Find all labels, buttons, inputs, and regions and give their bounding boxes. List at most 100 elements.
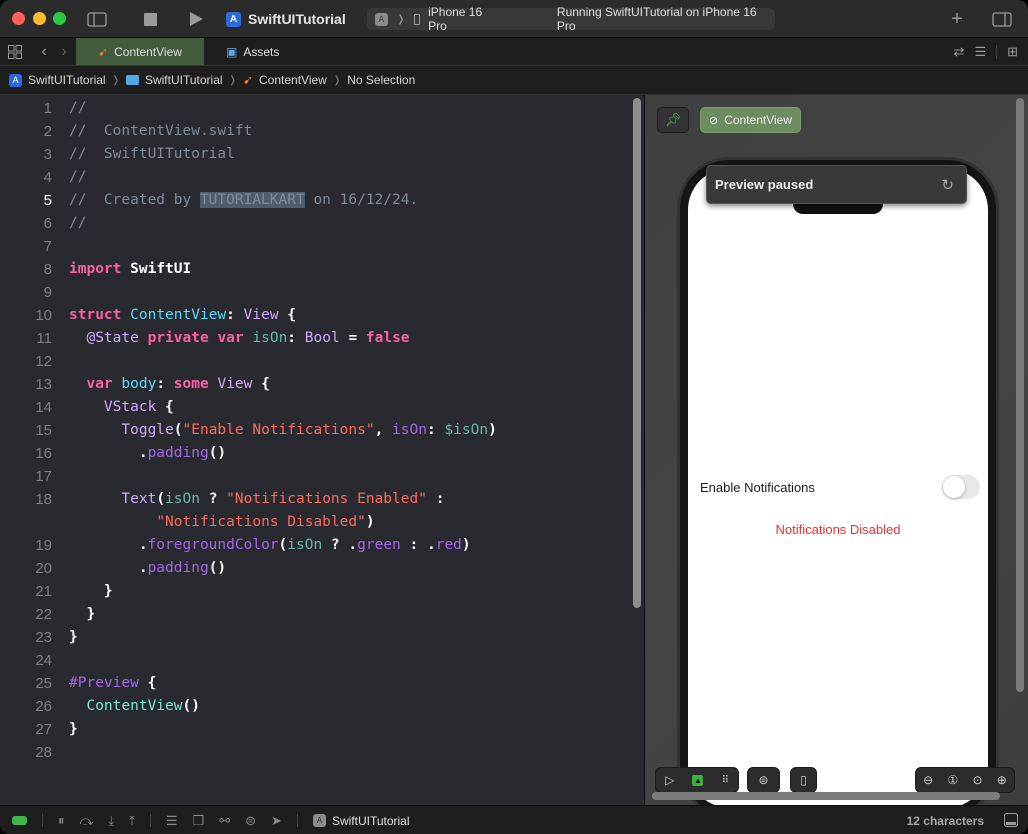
graph-icon[interactable]: ⚯ (219, 813, 230, 829)
refresh-icon[interactable]: ↻ (941, 176, 954, 194)
divider (42, 814, 43, 827)
location-icon[interactable]: ➤ (271, 813, 282, 829)
code-line[interactable]: 18 Text(isOn ? "Notifications Enabled" : (0, 488, 630, 511)
code-text: // ContentView.swift (69, 123, 253, 139)
toggle-label: Enable Notifications (700, 479, 815, 495)
line-number: 12 (35, 353, 52, 370)
zoom-out-icon[interactable]: ⊖ (923, 773, 933, 787)
view-hierarchy-icon[interactable]: ☰ (166, 813, 178, 829)
project-title[interactable]: A SwiftUITutorial (226, 9, 346, 29)
panel-toggle-icon[interactable] (1004, 813, 1018, 827)
code-line[interactable]: 13 var body: some View { (0, 373, 630, 396)
notification-status-text: Notifications Disabled (775, 522, 901, 537)
code-text: // SwiftUITutorial (69, 146, 235, 162)
code-text: } (86, 606, 96, 622)
step-over-icon[interactable]: ⤼ (80, 813, 94, 829)
inspector-toggle-icon[interactable] (992, 9, 1012, 29)
editor-options: ⇄ ☰ ⊞ (954, 38, 1018, 65)
scheme-selector[interactable]: A ❭ iPhone 16 Pro Running SwiftUITutoria… (367, 5, 775, 33)
line-number: 8 (43, 261, 52, 278)
code-line[interactable]: 20 .padding() (0, 557, 630, 580)
code-line[interactable]: 26 ContentView() (0, 695, 630, 718)
back-icon[interactable]: ‹ (38, 42, 50, 62)
swap-icon[interactable]: ⇄ (954, 44, 965, 60)
code-line[interactable]: 5 // Created by TUTORIALKART on 16/12/24. (0, 189, 630, 212)
code-line[interactable]: 4 // (0, 166, 630, 189)
tab-assets[interactable]: ▣ Assets (226, 38, 279, 65)
code-line[interactable]: 11 @State private var isOn: Bool = false (0, 327, 630, 350)
code-line[interactable]: 12 (0, 350, 630, 373)
code-line[interactable]: 15 Toggle("Enable Notifications", isOn: … (0, 419, 630, 442)
code-line[interactable]: 28 (0, 741, 630, 764)
code-line[interactable]: 10 struct ContentView: View { (0, 304, 630, 327)
divider (296, 814, 298, 827)
code-line[interactable]: 19 .foregroundColor(isOn ? .green : .red… (0, 534, 630, 557)
preview-view-button[interactable]: ⊘ ContentView (700, 107, 801, 133)
code-line[interactable]: 14 VStack { (0, 396, 630, 419)
code-line[interactable]: 25 #Preview { (0, 672, 630, 695)
canvas-vertical-scrollbar[interactable] (1016, 98, 1024, 692)
zoom-window-button[interactable] (53, 12, 66, 25)
code-line[interactable]: 16 .padding() (0, 442, 630, 465)
target-selector[interactable]: A SwiftUITutorial (312, 814, 410, 828)
code-line[interactable]: 9 (0, 281, 630, 304)
editor-scrollbar[interactable] (633, 98, 641, 608)
editor-options-icon[interactable]: ☰ (974, 44, 986, 60)
chevron-right-icon: ❭ (111, 74, 120, 86)
debug-area-toggle-icon[interactable] (12, 816, 27, 825)
code-line[interactable]: 6 // (0, 212, 630, 235)
line-number: 19 (35, 537, 52, 554)
code-text: .foregroundColor(isOn ? .green : .red) (138, 537, 471, 553)
zoom-in-icon[interactable]: ⊕ (997, 773, 1007, 787)
code-editor[interactable]: 1 // 2 // ContentView.swift 3 // SwiftUITutor… (0, 95, 644, 805)
variants-icon[interactable]: ⠿ (722, 775, 729, 786)
breadcrumb-item[interactable]: No Selection (347, 73, 415, 87)
pin-button[interactable]: 📌︎ (657, 107, 689, 133)
code-line[interactable]: 23} (0, 626, 630, 649)
step-out-icon[interactable]: ⤒ (129, 813, 135, 829)
select-icon[interactable]: ▲ (692, 774, 704, 786)
breadcrumb-item[interactable]: SwiftUITutorial (28, 73, 106, 87)
code-line[interactable]: 2 // ContentView.swift (0, 120, 630, 143)
close-window-button[interactable] (12, 12, 25, 25)
step-into-icon[interactable]: ⤓ (108, 813, 114, 829)
notifications-toggle[interactable] (942, 475, 980, 499)
code-line[interactable]: 24 (0, 649, 630, 672)
minimize-window-button[interactable] (33, 12, 46, 25)
code-line[interactable]: 8 import SwiftUI (0, 258, 630, 281)
add-icon[interactable]: + (948, 8, 966, 30)
breadcrumb-item[interactable]: SwiftUITutorial (145, 73, 223, 87)
code-line[interactable]: 3 // SwiftUITutorial (0, 143, 630, 166)
sidebar-toggle-icon[interactable] (87, 9, 107, 29)
code-line[interactable]: 7 (0, 235, 630, 258)
stop-icon[interactable] (143, 9, 157, 29)
settings-icon[interactable]: ⊜ (758, 773, 768, 787)
code-line[interactable]: 27} (0, 718, 630, 741)
line-number: 10 (35, 307, 52, 324)
breadcrumb-item[interactable]: ContentView (259, 73, 327, 87)
app-icon: A (375, 12, 388, 26)
add-editor-icon[interactable]: ⊞ (1007, 44, 1018, 60)
pause-icon[interactable]: ⏸︎ (58, 813, 65, 829)
memory-graph-icon[interactable]: ❒ (193, 813, 205, 829)
grid-icon[interactable] (8, 42, 22, 62)
device-label[interactable]: iPhone 16 Pro (428, 5, 503, 33)
code-line[interactable]: 17 (0, 465, 630, 488)
forward-icon[interactable]: › (58, 42, 70, 62)
zoom-fit-icon[interactable]: ⊙ (972, 773, 982, 787)
line-number: 20 (35, 560, 52, 577)
preview-paused-label: Preview paused (715, 177, 814, 192)
tab-contentview[interactable]: ➹ ContentView (76, 38, 204, 65)
live-icon[interactable]: ▷ (665, 773, 674, 787)
run-icon[interactable] (188, 9, 204, 29)
device-icon[interactable]: ▯ (800, 773, 807, 787)
device-group: ▯ (790, 767, 817, 793)
code-line[interactable]: "Notifications Disabled") (0, 511, 630, 534)
zoom-100-icon[interactable]: ① (947, 773, 958, 787)
code-line[interactable]: 22 } (0, 603, 630, 626)
environment-icon[interactable]: ⊜ (245, 813, 256, 829)
code-line[interactable]: 1 // (0, 97, 630, 120)
canvas-horizontal-scrollbar[interactable] (652, 792, 1000, 800)
code-line[interactable]: 21 } (0, 580, 630, 603)
preview-paused-banner: Preview paused ↻ (706, 165, 967, 204)
